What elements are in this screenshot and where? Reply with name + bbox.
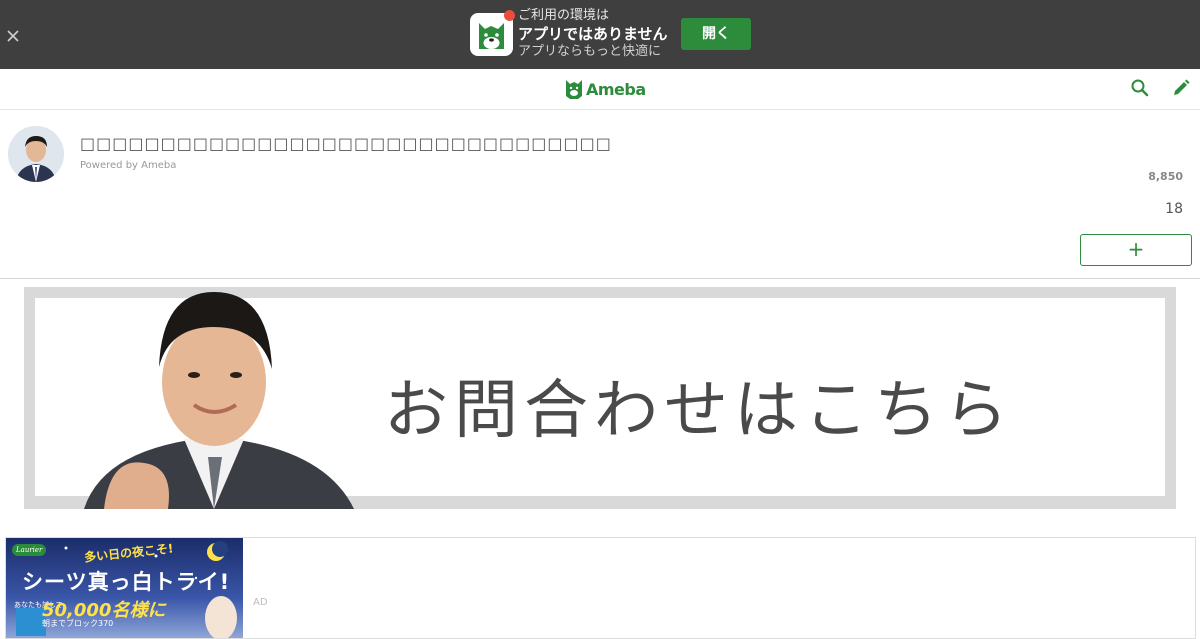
follow-button[interactable]: + bbox=[1080, 234, 1192, 266]
ameba-logo-icon bbox=[566, 80, 582, 99]
ad-small-bottom: 朝までブロック370 bbox=[42, 619, 114, 628]
reader-count: 8,850 bbox=[1148, 170, 1183, 183]
ad-headline: シーツ真っ白トライ! bbox=[22, 570, 231, 594]
banner-line3: アプリならもっと快適に bbox=[518, 44, 662, 59]
ameba-logo[interactable]: Ameba bbox=[565, 77, 646, 101]
pencil-icon[interactable] bbox=[1171, 78, 1191, 98]
logo-text: Ameba bbox=[586, 79, 646, 99]
ad-label: AD bbox=[253, 597, 268, 608]
post-count: 18 bbox=[1165, 201, 1183, 217]
notification-badge bbox=[504, 10, 515, 21]
site-header: Ameba bbox=[0, 69, 1200, 110]
banner-line1: ご利用の環境は bbox=[518, 8, 610, 23]
ad-brand: Laurier bbox=[12, 544, 47, 556]
person-photo bbox=[84, 292, 354, 509]
banner-message: ご利用の環境は アプリではありません アプリならもっと快適に bbox=[518, 7, 668, 61]
blog-title[interactable]: □□□□□□□□□□□□□□□□□□□□□□□□□□□□□□□□□ bbox=[80, 134, 612, 153]
powered-by: Powered by Ameba bbox=[80, 160, 177, 171]
app-banner: ご利用の環境は アプリではありません アプリならもっと快適に 開く bbox=[0, 0, 1200, 69]
banner-line2: アプリではありません bbox=[518, 25, 668, 43]
contact-text: お問合わせはこちら bbox=[384, 374, 1014, 448]
ad-box: Laurier 多い日の夜こそ! シーツ真っ白トライ! あなたも試して 50,0… bbox=[5, 537, 1196, 639]
contact-banner[interactable]: お問合わせはこちら bbox=[24, 287, 1176, 509]
blog-info: □□□□□□□□□□□□□□□□□□□□□□□□□□□□□□□□□ Powere… bbox=[0, 110, 1200, 279]
close-icon[interactable] bbox=[4, 27, 22, 45]
avatar[interactable] bbox=[8, 126, 64, 182]
ad-image[interactable]: Laurier 多い日の夜こそ! シーツ真っ白トライ! あなたも試して 50,0… bbox=[6, 538, 243, 638]
open-app-button[interactable]: 開く bbox=[681, 18, 751, 50]
search-icon[interactable] bbox=[1130, 78, 1150, 98]
